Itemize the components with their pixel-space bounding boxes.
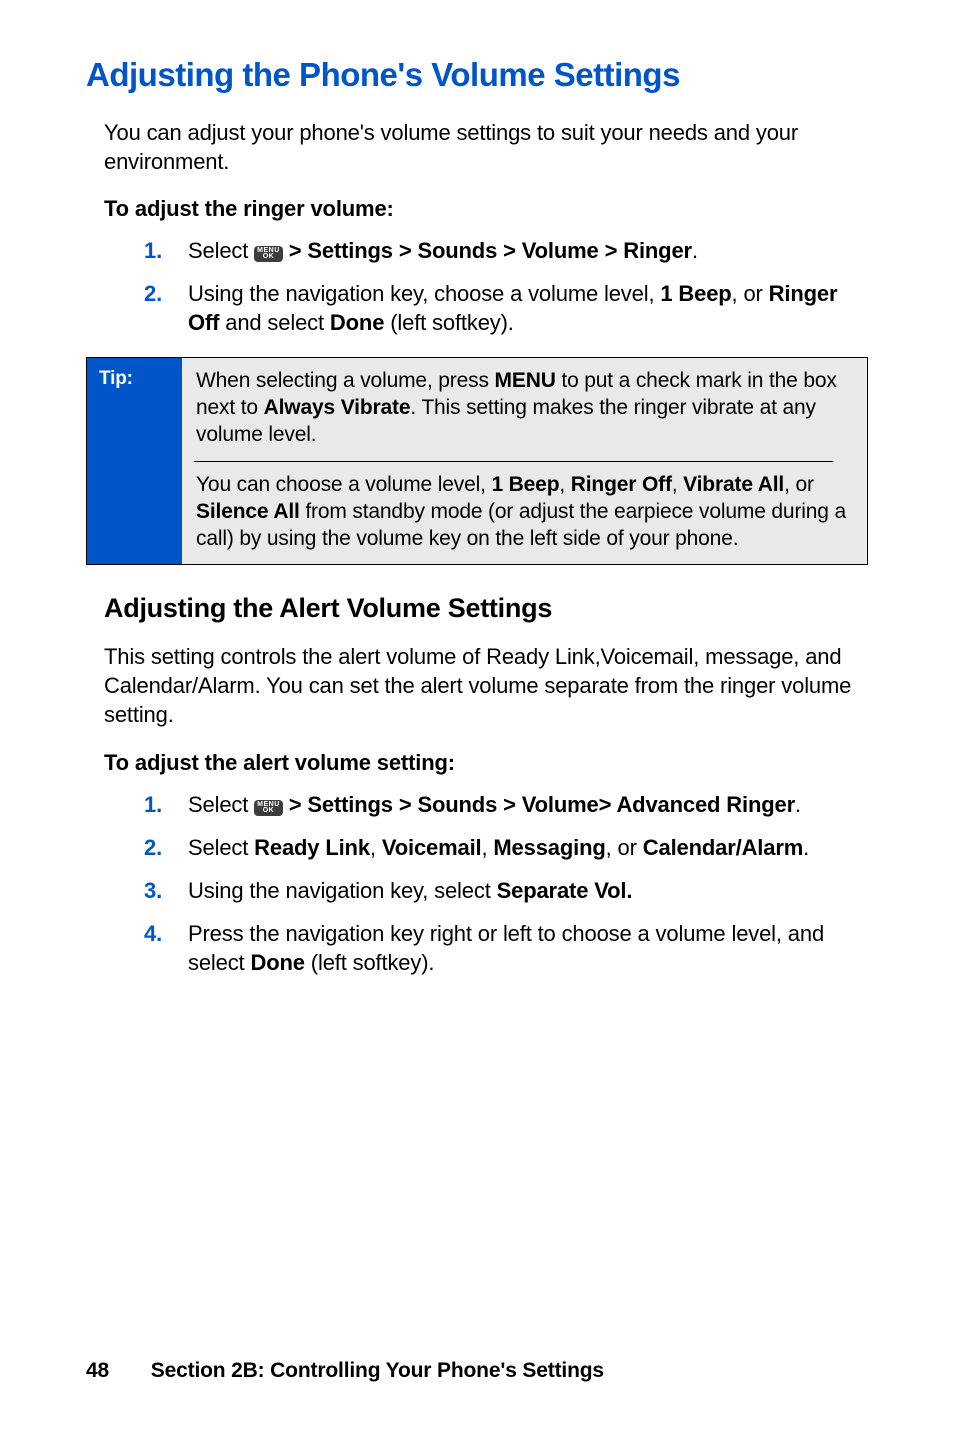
nav-path: > Settings > Sounds > Volume > Ringer bbox=[283, 238, 692, 263]
step-number: 4. bbox=[144, 919, 162, 948]
done-label: Done bbox=[330, 310, 384, 335]
step-number: 1. bbox=[144, 236, 162, 265]
tip-content: When selecting a volume, press MENU to p… bbox=[182, 358, 867, 564]
step-number: 2. bbox=[144, 833, 162, 862]
tip-divider bbox=[194, 461, 833, 462]
step-text: Using the navigation key, select bbox=[188, 878, 497, 903]
ringer-off-label: Ringer Off bbox=[571, 473, 672, 496]
alert-step-2: 2. Select Ready Link, Voicemail, Messagi… bbox=[144, 833, 868, 862]
alert-heading: Adjusting the Alert Volume Settings bbox=[104, 593, 868, 624]
intro-paragraph: You can adjust your phone's volume setti… bbox=[104, 118, 868, 176]
ready-link-label: Ready Link bbox=[254, 835, 370, 860]
menu-label: MENU bbox=[495, 369, 556, 392]
step-text: and select bbox=[219, 310, 330, 335]
step-number: 2. bbox=[144, 279, 162, 308]
tip-label: Tip: bbox=[87, 358, 182, 564]
ringer-subheading: To adjust the ringer volume: bbox=[104, 196, 868, 222]
step-text: , bbox=[370, 835, 382, 860]
step-text: . bbox=[803, 835, 809, 860]
step-number: 1. bbox=[144, 790, 162, 819]
ringer-step-1: 1. Select MENUOK > Settings > Sounds > V… bbox=[144, 236, 868, 265]
calendar-alarm-label: Calendar/Alarm bbox=[643, 835, 803, 860]
menu-ok-icon: MENUOK bbox=[254, 800, 283, 816]
step-text: Select bbox=[188, 238, 254, 263]
step-text: , or bbox=[606, 835, 643, 860]
nav-path: > Settings > Sounds > Volume> Advanced R… bbox=[283, 792, 795, 817]
page-number: 48 bbox=[86, 1359, 109, 1383]
vibrate-all-label: Vibrate All bbox=[683, 473, 784, 496]
page-title: Adjusting the Phone's Volume Settings bbox=[86, 56, 868, 94]
step-text: Using the navigation key, choose a volum… bbox=[188, 281, 660, 306]
tip-paragraph-2: You can choose a volume level, 1 Beep, R… bbox=[196, 472, 849, 553]
voicemail-label: Voicemail bbox=[382, 835, 482, 860]
step-text: . bbox=[692, 238, 698, 263]
alert-step-1: 1. Select MENUOK > Settings > Sounds > V… bbox=[144, 790, 868, 819]
one-beep-label: 1 Beep bbox=[491, 473, 559, 496]
tip-paragraph-1: When selecting a volume, press MENU to p… bbox=[196, 368, 849, 449]
alert-steps: 1. Select MENUOK > Settings > Sounds > V… bbox=[144, 790, 868, 977]
step-text: . bbox=[795, 792, 801, 817]
menu-ok-icon: MENUOK bbox=[254, 246, 283, 262]
step-text: (left softkey). bbox=[384, 310, 513, 335]
footer-section-title: Section 2B: Controlling Your Phone's Set… bbox=[151, 1359, 604, 1382]
alert-subheading: To adjust the alert volume setting: bbox=[104, 750, 868, 776]
done-label: Done bbox=[250, 950, 304, 975]
always-vibrate-label: Always Vibrate bbox=[264, 396, 411, 419]
alert-step-4: 4. Press the navigation key right or lef… bbox=[144, 919, 868, 977]
ringer-step-2: 2. Using the navigation key, choose a vo… bbox=[144, 279, 868, 337]
separate-vol-label: Separate Vol. bbox=[497, 878, 633, 903]
step-text: , or bbox=[732, 281, 769, 306]
alert-step-3: 3. Using the navigation key, select Sepa… bbox=[144, 876, 868, 905]
messaging-label: Messaging bbox=[493, 835, 605, 860]
ringer-steps: 1. Select MENUOK > Settings > Sounds > V… bbox=[144, 236, 868, 337]
step-text: , bbox=[481, 835, 493, 860]
page-footer: 48 Section 2B: Controlling Your Phone's … bbox=[86, 1359, 604, 1383]
one-beep-label: 1 Beep bbox=[660, 281, 731, 306]
step-text: Select bbox=[188, 835, 254, 860]
step-number: 3. bbox=[144, 876, 162, 905]
alert-intro-paragraph: This setting controls the alert volume o… bbox=[104, 642, 868, 729]
tip-box: Tip: When selecting a volume, press MENU… bbox=[86, 357, 868, 565]
step-text: (left softkey). bbox=[305, 950, 434, 975]
step-text: Select bbox=[188, 792, 254, 817]
silence-all-label: Silence All bbox=[196, 500, 300, 523]
